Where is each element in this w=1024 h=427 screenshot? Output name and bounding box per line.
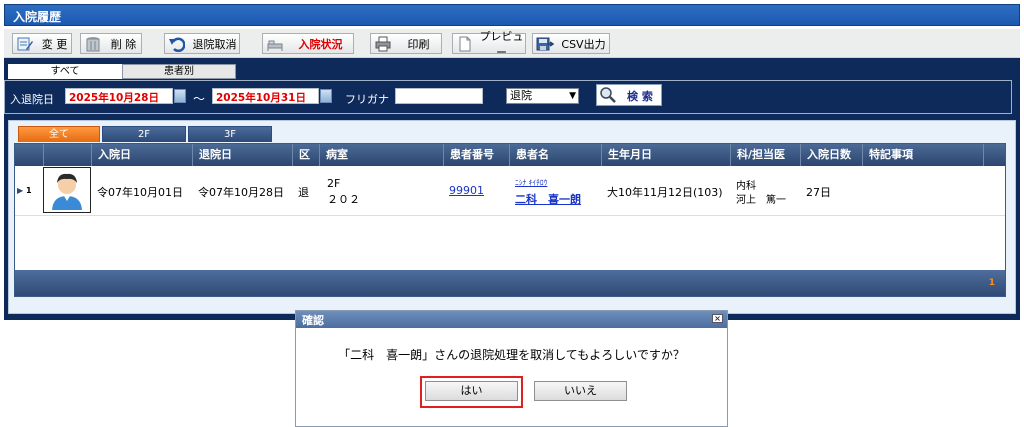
search-label: 検 索 [627, 90, 653, 103]
chevron-down-icon: ▼ [569, 91, 576, 101]
cancel-discharge-button[interactable]: 退院取消 [164, 33, 240, 54]
header-patient-name[interactable]: 患者名 [510, 144, 602, 166]
table-row[interactable]: ▶ 1 令07年10月01日 令07年10月28日 退 2F ２０２ 99901… [15, 166, 1005, 216]
calendar-from-icon[interactable] [174, 89, 186, 103]
header-ward-type[interactable]: 区 [293, 144, 320, 166]
preview-button[interactable]: プレビュー [452, 30, 526, 59]
date-from-field[interactable]: 2025年10月28日 [65, 88, 173, 104]
header-days[interactable]: 入院日数 [801, 144, 863, 166]
room-floor: 2F [327, 177, 341, 190]
department: 内科 [736, 181, 756, 192]
dialog-title: 確認 × [296, 311, 727, 328]
printer-icon [374, 36, 392, 52]
patient-number-link[interactable]: 99901 [449, 184, 484, 197]
header-room[interactable]: 病室 [320, 144, 444, 166]
preview-label: プレビュー [479, 29, 524, 59]
close-icon[interactable]: × [712, 314, 723, 323]
record-count: 1 [988, 278, 995, 288]
cancel-discharge-label: 退院取消 [192, 37, 237, 51]
floppy-export-icon [536, 36, 554, 52]
undo-icon [168, 36, 186, 52]
room-number: ２０２ [327, 193, 360, 206]
doctor: 河上 篤一 [736, 195, 786, 206]
edit-button[interactable]: 変 更 [12, 33, 72, 54]
header-admit-date[interactable]: 入院日 [92, 144, 193, 166]
floor-tab-2f[interactable]: 2F [102, 126, 186, 142]
header-row-indicator [15, 144, 44, 166]
search-button[interactable]: 検 索 [596, 84, 662, 106]
tab-all[interactable]: すべて [8, 64, 122, 79]
toolbar: 変 更 削 除 退院取消 入院状況 印刷 プレビュー CSV出力 [4, 29, 1020, 59]
delete-button[interactable]: 削 除 [80, 33, 142, 54]
discharge-type-value: 退院 [510, 89, 532, 102]
avatar [43, 167, 91, 213]
kana-label: フリガナ [345, 93, 389, 106]
admit-date: 令07年10月01日 [97, 186, 183, 199]
header-discharge-date[interactable]: 退院日 [193, 144, 293, 166]
header-birth[interactable]: 生年月日 [602, 144, 731, 166]
magnifier-icon [599, 86, 617, 107]
dialog-message: 「二科 喜一朗」さんの退院処理を取消してもよろしいですか？ [338, 348, 685, 362]
floor-tab-3f[interactable]: 3F [188, 126, 272, 142]
admission-status-label: 入院状況 [298, 37, 343, 51]
date-label: 入退院日 [10, 93, 54, 106]
header-patient-no[interactable]: 患者番号 [444, 144, 510, 166]
header-notes[interactable]: 特記事項 [863, 144, 984, 166]
document-icon [456, 36, 474, 52]
kana-input[interactable] [395, 88, 483, 104]
date-to-field[interactable]: 2025年10月31日 [212, 88, 319, 104]
yes-button[interactable]: はい [425, 381, 518, 401]
header-photo [44, 144, 92, 166]
no-button[interactable]: いいえ [534, 381, 627, 401]
floor-tab-all[interactable]: 全て [18, 126, 100, 142]
bed-icon [266, 36, 284, 52]
discharge-type-select[interactable]: 退院 ▼ [506, 88, 579, 104]
birth-date: 大10年11月12日(103) [607, 186, 723, 199]
delete-label: 削 除 [110, 37, 137, 51]
discharge-date: 令07年10月28日 [198, 186, 284, 199]
admission-status-button[interactable]: 入院状況 [262, 33, 354, 54]
tab-by-patient[interactable]: 患者別 [122, 64, 236, 79]
dialog-title-text: 確認 [302, 314, 324, 327]
edit-label: 変 更 [41, 37, 68, 51]
table-footer: 1 [15, 270, 1005, 296]
patient-avatar-icon [52, 173, 82, 210]
csv-export-button[interactable]: CSV出力 [532, 33, 610, 54]
stay-days: 27日 [806, 186, 831, 199]
print-label: 印刷 [407, 37, 430, 51]
patient-name-link[interactable]: 二科 喜一朗 [515, 191, 581, 207]
row-pointer-icon: ▶ [17, 186, 24, 195]
patient-kana-link[interactable]: ﾆｼﾅ ｷｲﾁﾛｳ [515, 177, 547, 188]
print-button[interactable]: 印刷 [370, 33, 442, 54]
window-title: 入院履歴 [4, 4, 1020, 26]
csv-export-label: CSV出力 [561, 37, 606, 51]
edit-icon [16, 36, 34, 52]
trash-icon [84, 36, 102, 52]
date-separator: 〜 [193, 92, 206, 106]
header-dept-doctor[interactable]: 科/担当医 [731, 144, 801, 166]
table-header: 入院日 退院日 区 病室 患者番号 患者名 生年月日 科/担当医 入院日数 特記… [15, 144, 1005, 166]
row-number: 1 [26, 186, 32, 195]
calendar-to-icon[interactable] [320, 89, 332, 103]
ward-type: 退 [298, 186, 309, 199]
